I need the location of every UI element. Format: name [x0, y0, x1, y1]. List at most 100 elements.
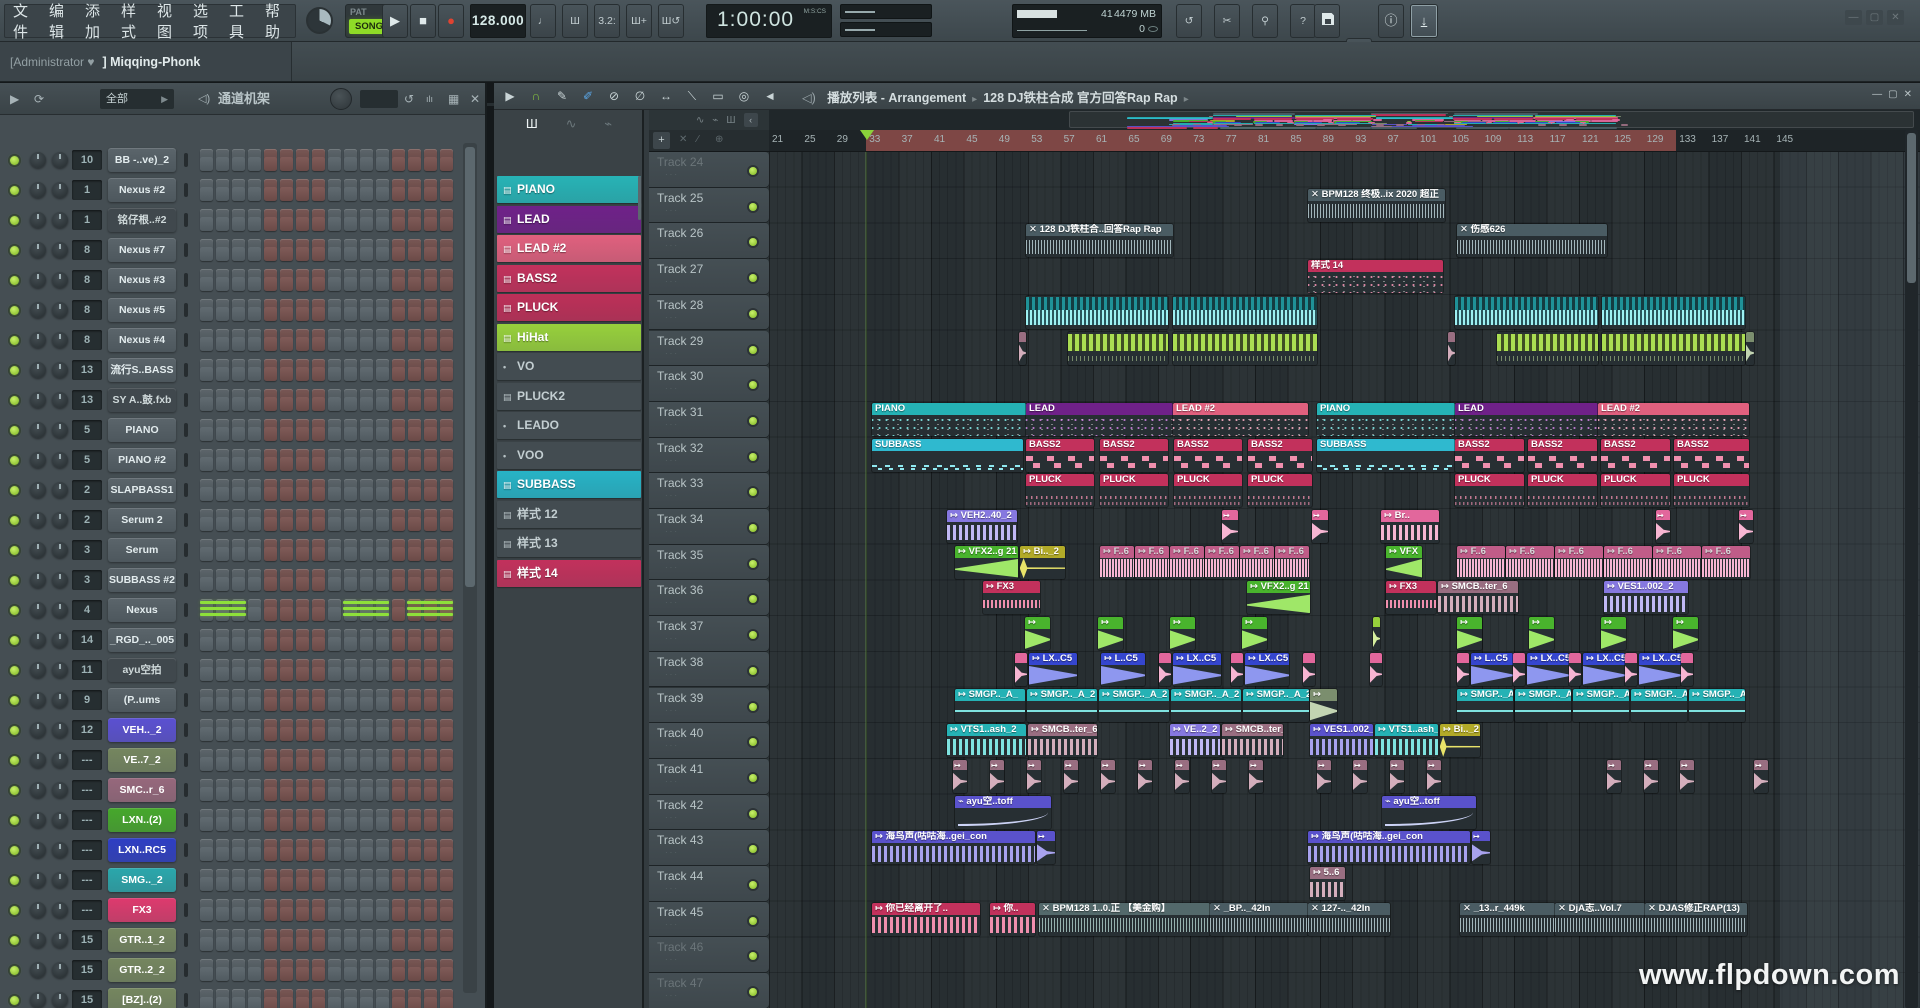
track-header[interactable]: Track 34···: [649, 509, 769, 544]
clip-burst[interactable]: ↦: [1607, 760, 1621, 793]
rack-graph-icon[interactable]: ılı: [426, 83, 433, 115]
clip-voxd[interactable]: ↦ F..6: [1555, 546, 1603, 579]
track-header[interactable]: Track 24···: [649, 152, 769, 187]
step-cell[interactable]: [200, 239, 213, 261]
step-cell[interactable]: [328, 509, 341, 531]
volume-knob[interactable]: [52, 902, 68, 918]
pan-knob[interactable]: [30, 812, 46, 828]
step-cell[interactable]: [376, 899, 389, 921]
step-cell[interactable]: [248, 689, 261, 711]
pan-knob[interactable]: [30, 452, 46, 468]
step-cell[interactable]: [360, 689, 373, 711]
step-cell[interactable]: [328, 899, 341, 921]
step-cell[interactable]: [296, 599, 309, 621]
step-cell[interactable]: [328, 719, 341, 741]
step-cell[interactable]: [328, 329, 341, 351]
step-cell[interactable]: [392, 569, 405, 591]
step-cell[interactable]: [280, 509, 293, 531]
step-cell[interactable]: [424, 509, 437, 531]
clip-swell[interactable]: ↦ VFX2..g 21: [955, 546, 1018, 579]
step-cell[interactable]: [296, 989, 309, 1008]
step-cell[interactable]: [328, 749, 341, 771]
step-cell[interactable]: [440, 689, 453, 711]
step-cell[interactable]: [344, 629, 357, 651]
step-cell[interactable]: [216, 749, 229, 771]
clip-burst[interactable]: ↦: [1390, 760, 1404, 793]
step-cell[interactable]: [440, 209, 453, 231]
mute-slot[interactable]: [184, 393, 188, 407]
channel-name-button[interactable]: Serum 2: [108, 508, 176, 532]
step-cell[interactable]: [264, 779, 277, 801]
channel-name-button[interactable]: VE..7_2: [108, 748, 176, 772]
step-cell[interactable]: [344, 869, 357, 891]
step-cell[interactable]: [296, 359, 309, 381]
step-cell[interactable]: [440, 869, 453, 891]
step-cell[interactable]: [216, 989, 229, 1008]
volume-knob[interactable]: [52, 422, 68, 438]
channel-pattern-number[interactable]: 8: [72, 330, 102, 350]
channel-pattern-number[interactable]: 1: [72, 180, 102, 200]
channel-led[interactable]: [10, 396, 19, 405]
volume-knob[interactable]: [52, 932, 68, 948]
tab-piano-roll[interactable]: Ш: [526, 116, 538, 132]
step-cell[interactable]: [376, 869, 389, 891]
clip-vox[interactable]: ↦ VTS1..ash_2: [1375, 724, 1438, 757]
position-bars[interactable]: [840, 4, 932, 38]
channel-name-button[interactable]: SUBBASS #2: [108, 568, 176, 592]
step-cell[interactable]: [216, 239, 229, 261]
clip-aud[interactable]: ✕ _BP.._42In: [1210, 903, 1308, 936]
clip-line[interactable]: ↦ SMGP.._A_2: [1099, 689, 1169, 722]
pan-knob[interactable]: [30, 212, 46, 228]
step-cell[interactable]: [216, 419, 229, 441]
pan-knob[interactable]: [30, 422, 46, 438]
step-cell[interactable]: [312, 239, 325, 261]
step-cell[interactable]: [200, 869, 213, 891]
step-cell[interactable]: [408, 659, 421, 681]
step-cell[interactable]: [280, 959, 293, 981]
step-cell[interactable]: [248, 209, 261, 231]
step-cell[interactable]: [376, 149, 389, 171]
menu-item[interactable]: 帮助: [265, 0, 287, 42]
time-pie-icon[interactable]: [306, 7, 333, 34]
step-cell[interactable]: [440, 659, 453, 681]
step-sequencer[interactable]: [200, 329, 453, 351]
step-cell[interactable]: [232, 989, 245, 1008]
rack-grid-icon[interactable]: ▦: [448, 83, 459, 115]
clip-spike[interactable]: ↦ Bi.._2: [1440, 724, 1480, 757]
step-cell[interactable]: [200, 299, 213, 321]
step-cell[interactable]: [424, 869, 437, 891]
channel-pattern-number[interactable]: 5: [72, 420, 102, 440]
step-cell[interactable]: [344, 959, 357, 981]
step-cell[interactable]: [328, 389, 341, 411]
pan-knob[interactable]: [30, 992, 46, 1008]
clip-line[interactable]: ↦ SMGP.._A_: [955, 689, 1025, 722]
channel-name-button[interactable]: _RGD_.._005: [108, 628, 176, 652]
step-cell[interactable]: [248, 809, 261, 831]
step-cell[interactable]: [344, 149, 357, 171]
mute-slot[interactable]: [184, 423, 188, 437]
step-cell[interactable]: [424, 899, 437, 921]
channel-pattern-number[interactable]: ---: [72, 870, 102, 890]
clip-burst[interactable]: [1448, 332, 1455, 365]
clip-burst[interactable]: [1373, 617, 1380, 650]
volume-knob[interactable]: [52, 482, 68, 498]
step-cell[interactable]: [376, 299, 389, 321]
step-cell[interactable]: [440, 509, 453, 531]
clip-spikeP[interactable]: ↦ FX3: [1386, 581, 1436, 614]
clip-pat[interactable]: LEAD: [1026, 403, 1173, 436]
step-cell[interactable]: [248, 149, 261, 171]
clip-burst[interactable]: ↦: [1027, 760, 1041, 793]
clip-voxd[interactable]: ↦ F..6: [1240, 546, 1274, 579]
channel-led[interactable]: [10, 456, 19, 465]
pan-knob[interactable]: [30, 242, 46, 258]
step-cell[interactable]: [424, 149, 437, 171]
step-cell[interactable]: [344, 719, 357, 741]
icon-loop-record[interactable]: Ш↺: [658, 4, 684, 38]
channel-name-button[interactable]: Nexus #7: [108, 238, 176, 262]
step-cell[interactable]: [248, 539, 261, 561]
playlist-vertical-scrollbar[interactable]: [1905, 130, 1918, 1008]
mute-slot[interactable]: [184, 963, 188, 977]
clip-burst[interactable]: ↦: [1064, 760, 1078, 793]
clip-pat2[interactable]: SUBBASS: [872, 439, 1023, 472]
step-sequencer[interactable]: [200, 959, 453, 981]
